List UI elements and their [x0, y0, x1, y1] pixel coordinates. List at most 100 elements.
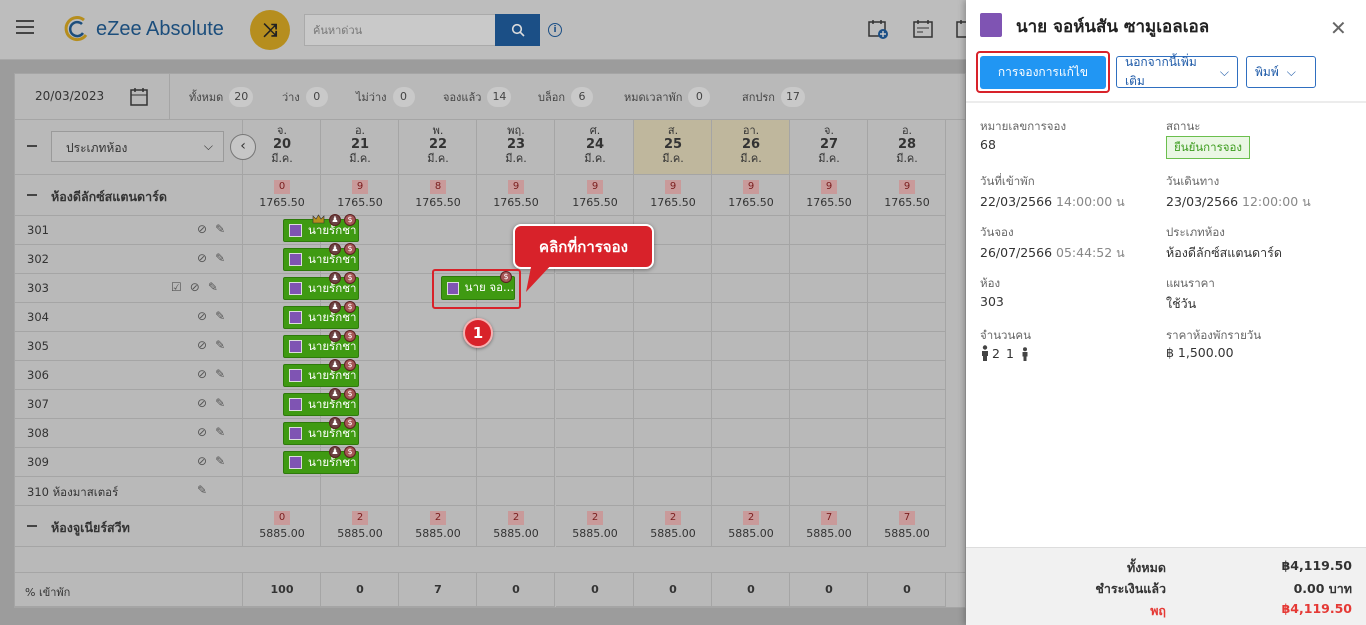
room-number[interactable]: 307	[27, 397, 49, 411]
housekeeping-icon[interactable]: ✎	[215, 367, 225, 383]
app-logo[interactable]: eZee Absolute	[64, 14, 224, 44]
room-number[interactable]: 309	[27, 455, 49, 469]
shuffle-button[interactable]: ⤨	[250, 10, 290, 50]
print-button[interactable]: พิมพ์ ⌵	[1246, 56, 1316, 88]
room-day-cell[interactable]	[790, 448, 868, 477]
room-number[interactable]: 302	[27, 252, 49, 266]
room-day-cell[interactable]	[556, 332, 634, 361]
housekeeping-icon[interactable]: ✎	[215, 454, 225, 470]
room-day-cell[interactable]	[868, 477, 946, 506]
room-day-cell[interactable]	[868, 303, 946, 332]
room-day-cell[interactable]	[790, 361, 868, 390]
close-icon[interactable]: ✕	[1330, 18, 1347, 38]
housekeeping-icon[interactable]: ✎	[208, 280, 218, 296]
room-day-cell[interactable]	[399, 216, 477, 245]
room-day-cell[interactable]	[790, 216, 868, 245]
housekeeping-icon[interactable]: ✎	[215, 222, 225, 238]
stat-dirty[interactable]: สกปรก 17	[742, 87, 805, 107]
booking-block[interactable]: นายรักชา $ ♟	[283, 330, 359, 358]
room-number[interactable]: 304	[27, 310, 49, 324]
booking-block[interactable]: นายรักชา $ ♟	[283, 359, 359, 387]
room-number[interactable]: 301	[27, 223, 49, 237]
stat-dueout[interactable]: หมดเวลาพัก 0	[624, 87, 711, 107]
calendar-add-icon[interactable]	[867, 18, 889, 40]
room-day-cell[interactable]	[477, 419, 555, 448]
stat-reserved[interactable]: จองแล้ว 14	[443, 87, 512, 107]
room-day-cell[interactable]	[556, 303, 634, 332]
room-day-cell[interactable]	[634, 303, 712, 332]
room-number[interactable]: 310 ห้องมาสเตอร์	[27, 484, 118, 502]
room-number[interactable]: 308	[27, 426, 49, 440]
housekeeping-icon[interactable]: ✎	[215, 425, 225, 441]
search-button[interactable]	[495, 14, 540, 46]
room-day-cell[interactable]	[556, 448, 634, 477]
room-day-cell[interactable]	[634, 448, 712, 477]
room-day-cell[interactable]	[634, 390, 712, 419]
booking-block[interactable]: นายรักชา $ ♟	[283, 417, 359, 445]
room-day-cell[interactable]	[868, 332, 946, 361]
housekeeping-icon[interactable]: ✎	[215, 396, 225, 412]
room-day-cell[interactable]	[868, 274, 946, 303]
room-day-cell[interactable]	[712, 245, 790, 274]
room-type-select[interactable]: ประเภทห้อง ⌵	[51, 131, 224, 162]
room-day-cell[interactable]	[556, 390, 634, 419]
checklist-icon[interactable]: ☑	[171, 280, 182, 296]
quick-search-input[interactable]: ค้นหาด่วน	[304, 14, 496, 46]
room-day-cell[interactable]	[790, 419, 868, 448]
room-day-cell[interactable]	[634, 477, 712, 506]
room-day-cell[interactable]	[477, 477, 555, 506]
room-day-cell[interactable]	[477, 361, 555, 390]
room-day-cell[interactable]	[556, 274, 634, 303]
room-day-cell[interactable]	[868, 390, 946, 419]
room-day-cell[interactable]	[712, 332, 790, 361]
room-day-cell[interactable]	[321, 477, 399, 506]
booking-block[interactable]: นายรักชา $ ♟	[283, 214, 359, 242]
room-day-cell[interactable]	[868, 216, 946, 245]
room-day-cell[interactable]	[712, 216, 790, 245]
room-day-cell[interactable]	[556, 361, 634, 390]
room-day-cell[interactable]	[634, 274, 712, 303]
room-day-cell[interactable]	[712, 390, 790, 419]
room-day-cell[interactable]	[477, 448, 555, 477]
room-day-cell[interactable]	[712, 274, 790, 303]
booking-block[interactable]: นายรักชา $ ♟	[283, 388, 359, 416]
housekeeping-icon[interactable]: ✎	[197, 483, 207, 499]
menu-icon[interactable]	[16, 20, 34, 34]
room-day-cell[interactable]	[712, 419, 790, 448]
room-day-cell[interactable]	[712, 477, 790, 506]
stat-blocked[interactable]: บล็อก 6	[538, 87, 593, 107]
room-day-cell[interactable]	[790, 390, 868, 419]
room-day-cell[interactable]	[712, 303, 790, 332]
booking-block[interactable]: นายรักชา $ ♟	[283, 301, 359, 329]
date-picker[interactable]: 20/03/2023	[15, 74, 170, 120]
stat-vacant[interactable]: ว่าง 0	[282, 87, 328, 107]
edit-booking-button[interactable]: การจองการแก้ไข	[980, 56, 1106, 89]
room-day-cell[interactable]	[790, 477, 868, 506]
room-day-cell[interactable]	[399, 448, 477, 477]
room-day-cell[interactable]	[634, 361, 712, 390]
stat-occupied[interactable]: ไม่ว่าง 0	[356, 87, 415, 107]
room-day-cell[interactable]	[868, 419, 946, 448]
room-day-cell[interactable]	[399, 390, 477, 419]
room-day-cell[interactable]	[556, 419, 634, 448]
room-number[interactable]: 306	[27, 368, 49, 382]
collapse-dash-icon[interactable]	[27, 525, 37, 527]
room-day-cell[interactable]	[399, 477, 477, 506]
booking-block[interactable]: นายรักชา $ ♟	[283, 243, 359, 271]
room-day-cell[interactable]	[790, 245, 868, 274]
housekeeping-icon[interactable]: ✎	[215, 251, 225, 267]
room-number[interactable]: 303	[27, 281, 49, 295]
info-icon[interactable]: i	[548, 23, 562, 37]
room-day-cell[interactable]	[868, 361, 946, 390]
calendar-check-icon[interactable]	[912, 18, 934, 40]
collapse-dash-icon[interactable]	[27, 194, 37, 196]
room-day-cell[interactable]	[790, 274, 868, 303]
room-day-cell[interactable]	[556, 477, 634, 506]
more-button[interactable]: นอกจากนี้เพิ่มเติม ⌵	[1116, 55, 1238, 88]
calendar-icon[interactable]	[955, 18, 966, 40]
room-day-cell[interactable]	[712, 361, 790, 390]
collapse-dash-icon[interactable]	[27, 145, 37, 147]
room-day-cell[interactable]	[243, 477, 321, 506]
housekeeping-icon[interactable]: ✎	[215, 338, 225, 354]
room-day-cell[interactable]	[712, 448, 790, 477]
